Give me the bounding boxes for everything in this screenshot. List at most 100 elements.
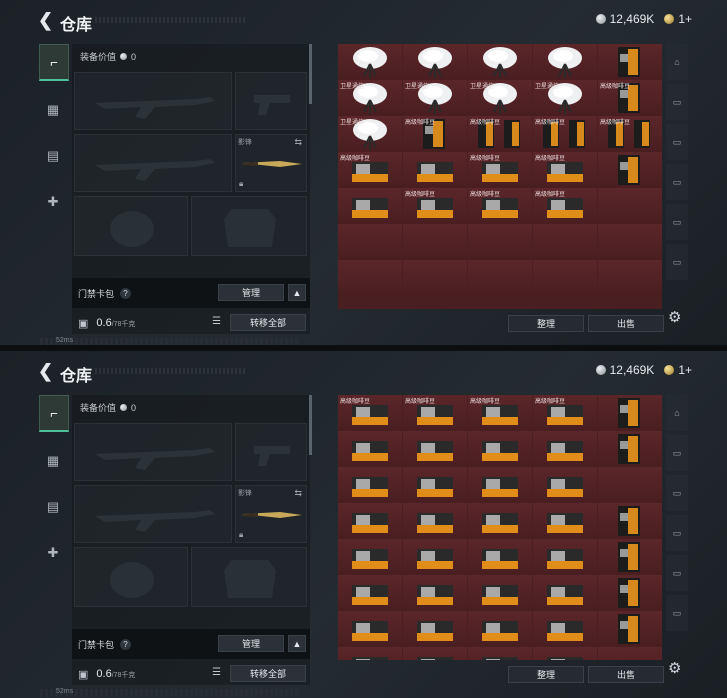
grid-cell[interactable] [403, 503, 467, 538]
grid-cell[interactable] [533, 503, 597, 538]
grid-cell[interactable]: 高级咖啡豆 [598, 116, 662, 151]
chevron-up-icon[interactable]: ▲ [288, 284, 306, 301]
equipment-scrollbar[interactable] [309, 395, 312, 455]
primary-weapon-slot[interactable] [74, 72, 232, 130]
grid-cell[interactable]: 高级咖啡豆 [533, 152, 597, 187]
help-icon[interactable]: ? [120, 638, 132, 650]
grid-cell[interactable]: 卫星通信 [403, 80, 467, 115]
back-icon[interactable]: ❮ [38, 10, 53, 31]
grid-cell[interactable] [338, 224, 402, 259]
grid-cell[interactable] [598, 224, 662, 259]
grid-cell[interactable]: 高级咖啡豆 [533, 395, 597, 430]
grid-cell[interactable] [598, 647, 662, 660]
grid-cell[interactable] [533, 431, 597, 466]
nav-tab-backpack[interactable]: ▤ [39, 139, 67, 173]
grid-cell[interactable]: 高级咖啡豆 [533, 116, 597, 151]
grid-cell[interactable] [598, 575, 662, 610]
grid-cell[interactable] [533, 539, 597, 574]
grid-cell[interactable] [338, 503, 402, 538]
grid-cell[interactable]: 卫星通信 [338, 116, 402, 151]
grid-cell[interactable]: 高级咖啡豆 [338, 152, 402, 187]
gear-icon[interactable]: ⚙ [668, 659, 681, 677]
secondary-weapon-slot[interactable] [74, 485, 232, 543]
grid-cell[interactable] [403, 224, 467, 259]
grid-cell[interactable] [598, 539, 662, 574]
sell-button[interactable]: 出售 [588, 315, 664, 332]
grid-cell[interactable]: 高级咖啡豆 [598, 80, 662, 115]
grid-cell[interactable] [338, 431, 402, 466]
grid-cell[interactable] [598, 611, 662, 646]
right-tab-home[interactable]: ⌂ [666, 395, 688, 431]
grid-cell[interactable] [338, 647, 402, 660]
right-tab-6[interactable]: ▭ [666, 244, 688, 280]
right-tab-3[interactable]: ▭ [666, 475, 688, 511]
right-tab-5[interactable]: ▭ [666, 204, 688, 240]
grid-cell[interactable]: 卫星通信 [338, 80, 402, 115]
grid-cell[interactable] [533, 611, 597, 646]
grid-cell[interactable] [468, 611, 532, 646]
nav-tab-backpack[interactable]: ▤ [39, 490, 67, 524]
grid-cell[interactable]: 高级咖啡豆 [403, 116, 467, 151]
grid-cell[interactable] [338, 539, 402, 574]
grid-cell[interactable] [338, 44, 402, 79]
nav-tab-armor[interactable]: ▦ [39, 93, 67, 127]
grid-cell[interactable] [468, 467, 532, 502]
grid-cell[interactable] [598, 44, 662, 79]
sell-button[interactable]: 出售 [588, 666, 664, 683]
grid-cell[interactable] [403, 431, 467, 466]
grid-cell[interactable] [338, 575, 402, 610]
nav-tab-weapons[interactable]: ⌐ [39, 395, 69, 432]
right-tab-5[interactable]: ▭ [666, 555, 688, 591]
grid-cell[interactable] [403, 611, 467, 646]
list-icon[interactable]: ☰ [212, 316, 221, 327]
manage-button[interactable]: 管理 [218, 284, 284, 301]
grid-cell[interactable]: 卫星通信 [468, 80, 532, 115]
grid-cell[interactable] [598, 260, 662, 295]
grid-cell[interactable] [338, 260, 402, 295]
grid-cell[interactable] [403, 467, 467, 502]
sidearm-slot[interactable] [235, 72, 307, 130]
armor-slot[interactable] [191, 196, 307, 256]
organize-button[interactable]: 整理 [508, 315, 584, 332]
grid-cell[interactable] [468, 647, 532, 660]
nav-tab-medkit[interactable]: ✚ [39, 536, 67, 570]
grid-cell[interactable] [468, 503, 532, 538]
grid-cell[interactable]: 高级咖啡豆 [468, 152, 532, 187]
melee-slot[interactable]: 影锋 ⇆ 🔒︎ [235, 485, 307, 543]
grid-cell[interactable] [403, 260, 467, 295]
organize-button[interactable]: 整理 [508, 666, 584, 683]
grid-cell[interactable] [468, 575, 532, 610]
grid-cell[interactable] [403, 152, 467, 187]
transfer-all-button[interactable]: 转移全部 [230, 665, 306, 682]
grid-cell[interactable]: 高级咖啡豆 [468, 395, 532, 430]
grid-cell[interactable] [403, 539, 467, 574]
grid-cell[interactable] [403, 647, 467, 660]
primary-weapon-slot[interactable] [74, 423, 232, 481]
manage-button[interactable]: 管理 [218, 635, 284, 652]
grid-cell[interactable] [338, 188, 402, 223]
grid-cell[interactable] [403, 44, 467, 79]
grid-cell[interactable] [338, 467, 402, 502]
grid-cell[interactable] [598, 503, 662, 538]
grid-cell[interactable]: 高级咖啡豆 [338, 395, 402, 430]
grid-cell[interactable] [468, 431, 532, 466]
transfer-all-button[interactable]: 转移全部 [230, 314, 306, 331]
grid-cell[interactable] [338, 611, 402, 646]
list-icon[interactable]: ☰ [212, 667, 221, 678]
grid-cell[interactable] [403, 575, 467, 610]
nav-tab-armor[interactable]: ▦ [39, 444, 67, 478]
help-icon[interactable]: ? [120, 287, 132, 299]
equipment-scrollbar[interactable] [309, 44, 312, 104]
grid-cell[interactable] [598, 431, 662, 466]
melee-slot[interactable]: 影锋 ⇆ 🔒︎ [235, 134, 307, 192]
grid-cell[interactable] [533, 224, 597, 259]
right-tab-2[interactable]: ▭ [666, 84, 688, 120]
helmet-slot[interactable] [74, 547, 188, 607]
grid-cell[interactable]: 卫星通信 [533, 80, 597, 115]
armor-slot[interactable] [191, 547, 307, 607]
right-tab-4[interactable]: ▭ [666, 164, 688, 200]
grid-cell[interactable] [468, 224, 532, 259]
grid-cell[interactable]: 高级咖啡豆 [533, 188, 597, 223]
grid-cell[interactable] [533, 260, 597, 295]
grid-cell[interactable]: 高级咖啡豆 [403, 188, 467, 223]
